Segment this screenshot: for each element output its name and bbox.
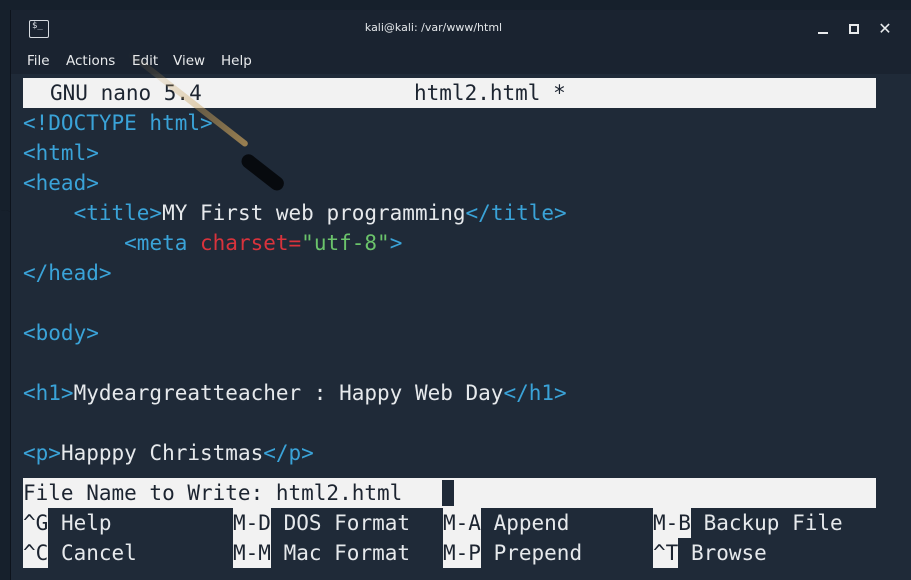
code-token: "utf-8" [301,231,390,255]
code-token: Mydeargreatteacher : Happy Web Day [73,381,504,405]
minimize-icon [818,32,828,34]
code-token: </title> [465,201,567,225]
maximize-icon [849,24,859,34]
menu-view[interactable]: View [173,53,205,69]
shortcut-key: ^G [23,508,49,538]
editor-line[interactable]: <head> [23,168,99,198]
menu-help[interactable]: Help [221,53,252,69]
editor-line[interactable]: <h1>Mydeargreatteacher : Happy Web Day</… [23,378,567,408]
code-token: charset= [200,231,302,255]
shortcut-description: DOS Format [270,511,411,535]
nano-header-bar: GNU nano 5.4 html2.html * [23,78,876,108]
shortcut-description: Help [48,511,112,535]
code-token: <!DOCTYPE html> [23,111,213,135]
shortcut-key: ^C [23,538,49,568]
shortcut-key: M-A [443,508,481,538]
code-token: </h1> [503,381,567,405]
terminal-content[interactable]: GNU nano 5.4 html2.html * <!DOCTYPE html… [11,74,911,580]
shortcut-item: ^C Cancel [23,538,137,568]
shortcut-key: ^T [653,538,679,568]
shortcut-description: Backup File [690,511,843,535]
code-token: <p> [23,441,61,465]
nano-filename: html2.html * [414,81,566,105]
shortcut-item: M-B Backup File [653,508,843,538]
editor-line[interactable]: <p>Happpy Christmas</p> [23,438,314,468]
shortcut-description: Cancel [48,541,137,565]
shortcut-item: ^T Browse [653,538,767,568]
terminal-window: $_ kali@kali: /var/www/html ✕ File Actio… [10,10,911,580]
shortcut-description: Browse [678,541,767,565]
code-token: <html> [23,141,99,165]
text-cursor [442,480,454,506]
code-token: > [389,231,403,255]
editor-line[interactable]: <!DOCTYPE html> [23,108,213,138]
save-prompt-bar[interactable]: File Name to Write: html2.html [23,478,876,508]
code-token: <h1> [23,381,74,405]
shortcut-item: M-P Prepend [443,538,582,568]
code-token: <body> [23,321,99,345]
code-token: MY First web programming [162,201,466,225]
shortcut-key: M-D [233,508,271,538]
shortcut-item: M-A Append [443,508,569,538]
menu-actions[interactable]: Actions [66,53,115,69]
minimize-button[interactable] [813,19,833,39]
window-title: kali@kali: /var/www/html [364,21,503,34]
code-token: </p> [263,441,314,465]
close-icon: ✕ [878,19,892,38]
shortcut-item: M-D DOS Format [233,508,410,538]
menu-file[interactable]: File [27,53,50,69]
code-token: <title> [73,201,163,225]
editor-line[interactable]: <title>MY First web programming</title> [23,198,567,228]
editor-line[interactable]: <body> [23,318,99,348]
editor-line[interactable]: </head> [23,258,112,288]
code-token: <meta [124,231,201,255]
shortcut-item: ^G Help [23,508,112,538]
title-bar[interactable]: $_ kali@kali: /var/www/html ✕ [11,10,911,48]
code-token: </head> [23,261,112,285]
shortcut-description: Append [480,511,570,535]
editor-line[interactable]: <html> [23,138,99,168]
close-button[interactable]: ✕ [875,19,895,39]
maximize-button[interactable] [844,19,864,39]
shortcut-description: Prepend [480,541,583,565]
code-token: <head> [23,171,99,195]
save-prompt-text[interactable]: File Name to Write: html2.html [23,478,402,508]
code-token: Happpy Christmas [60,441,264,465]
editor-line[interactable]: <meta charset="utf-8"> [23,228,402,258]
shortcut-item: M-M Mac Format [233,538,410,568]
shortcut-key: M-B [653,508,691,538]
shortcut-key: M-P [443,538,481,568]
shortcut-key: M-M [233,538,271,568]
shortcut-description: Mac Format [270,541,411,565]
